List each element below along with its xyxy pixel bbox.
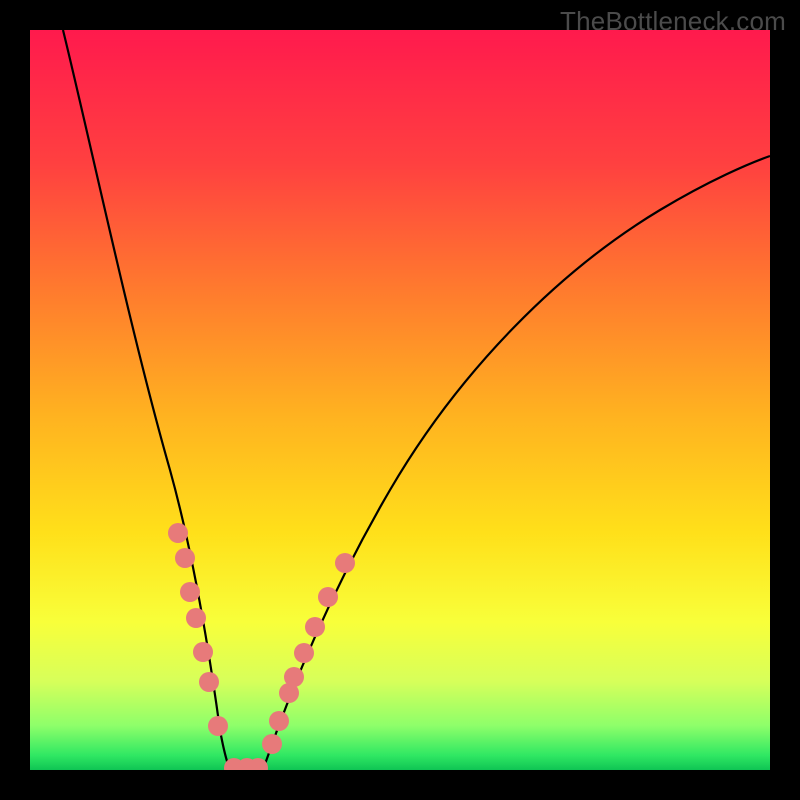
dot: [208, 716, 228, 736]
dot: [193, 642, 213, 662]
curve-right: [263, 156, 770, 770]
dot: [262, 734, 282, 754]
dot: [305, 617, 325, 637]
dot: [269, 711, 289, 731]
dot: [186, 608, 206, 628]
dot: [180, 582, 200, 602]
dot: [318, 587, 338, 607]
chart-frame: TheBottleneck.com: [0, 0, 800, 800]
dot: [168, 523, 188, 543]
dot: [199, 672, 219, 692]
marker-dots: [168, 523, 355, 770]
dot: [335, 553, 355, 573]
dot: [294, 643, 314, 663]
plot-area: [30, 30, 770, 770]
dot: [175, 548, 195, 568]
dot: [284, 667, 304, 687]
chart-svg: [30, 30, 770, 770]
curve-group: [63, 30, 770, 770]
